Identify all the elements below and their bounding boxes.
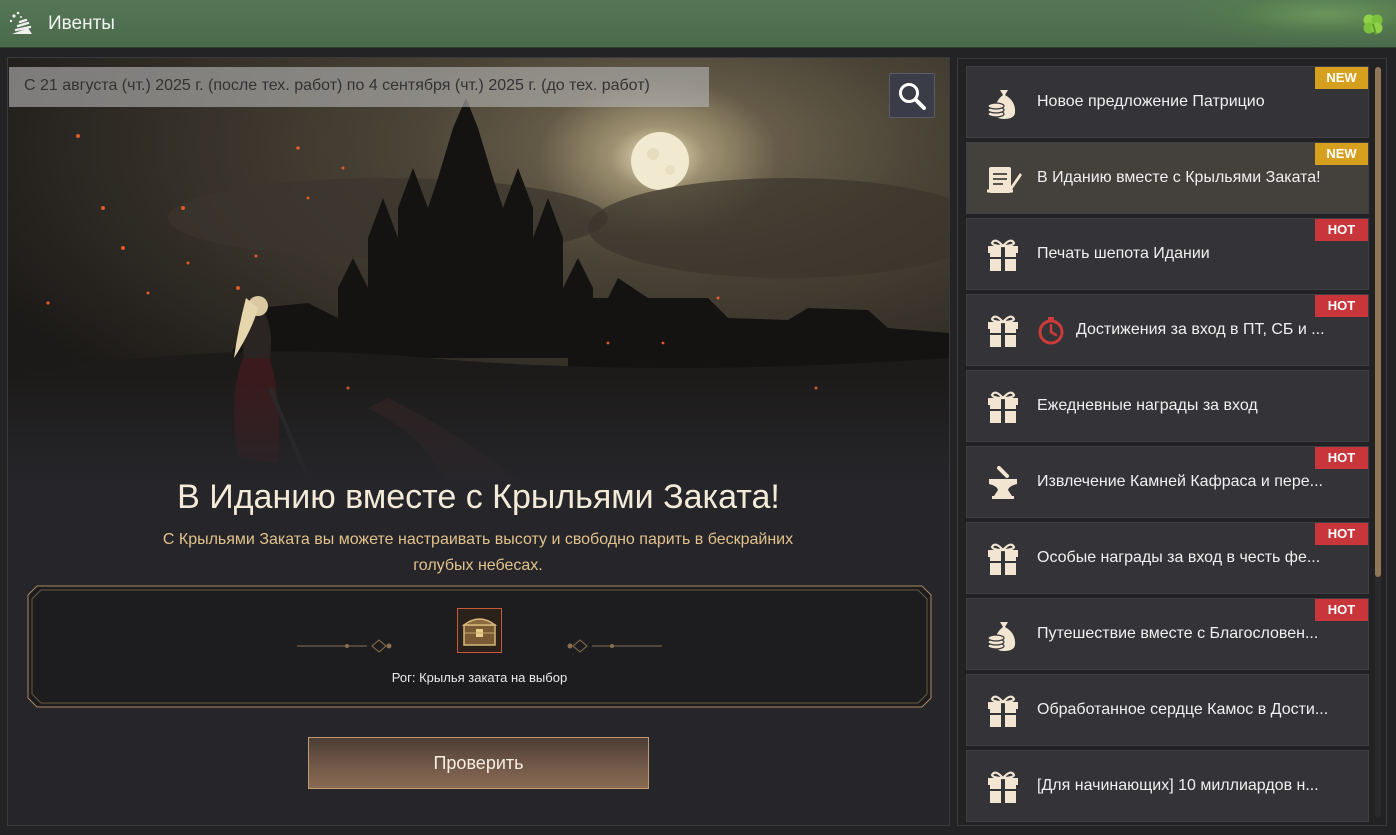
event-banner-image — [8, 58, 949, 488]
treasure-chest-icon — [461, 618, 498, 646]
event-period-bar: С 21 августа (чт.) 2025 г. (после тех. р… — [9, 67, 709, 107]
gift-icon — [983, 691, 1023, 731]
events-list-scrollbar[interactable] — [1375, 67, 1381, 817]
gift-icon — [983, 311, 1023, 351]
event-list-item[interactable]: Извлечение Камней Кафраса и пере... HOT — [966, 446, 1369, 518]
hot-badge: HOT — [1315, 599, 1368, 621]
timer-icon — [1035, 315, 1067, 347]
event-list-item-label: Ежедневные награды за вход — [1037, 397, 1258, 414]
event-list-item-label: Печать шепота Идании — [1037, 245, 1210, 262]
gift-icon — [983, 767, 1023, 807]
event-list-item[interactable]: Печать шепота Идании HOT — [966, 218, 1369, 290]
event-list-item[interactable]: В Иданию вместе с Крыльями Заката! NEW — [966, 142, 1369, 214]
new-badge: NEW — [1315, 143, 1368, 165]
title-bar: Ивенты — [0, 0, 1396, 48]
search-icon — [899, 82, 926, 110]
event-list-item-label: [Для начинающих] 10 миллиардов н... — [1037, 777, 1319, 794]
scroll-quill-icon — [983, 159, 1023, 199]
event-list-item-label: Новое предложение Патрицио — [1037, 93, 1265, 110]
new-badge: NEW — [1315, 67, 1368, 89]
window-title: Ивенты — [48, 13, 115, 34]
event-detail-panel: С 21 августа (чт.) 2025 г. (после тех. р… — [7, 57, 950, 826]
event-period-text: С 21 августа (чт.) 2025 г. (после тех. р… — [24, 77, 650, 94]
reward-label: Рог: Крылья заката на выбор — [391, 670, 568, 685]
gift-icon — [983, 235, 1023, 275]
hot-badge: HOT — [1315, 447, 1368, 469]
reward-item-slot[interactable] — [457, 608, 502, 653]
event-list-item[interactable]: Новое предложение Патрицио NEW — [966, 66, 1369, 138]
check-button[interactable]: Проверить — [308, 737, 649, 789]
clover-icon[interactable] — [1360, 11, 1386, 37]
event-description: С Крыльями Заката вы можете настраивать … — [162, 531, 794, 574]
hot-badge: HOT — [1315, 295, 1368, 317]
banner-fade — [8, 378, 949, 488]
hot-badge: HOT — [1315, 219, 1368, 241]
event-list-item[interactable]: Ежедневные награды за вход — [966, 370, 1369, 442]
event-list-item[interactable]: Обработанное сердце Камос в Дости... — [966, 674, 1369, 746]
event-list-item-label: Достижения за вход в ПТ, СБ и ... — [1076, 321, 1325, 338]
events-window: Ивенты С 21 августа (чт.) 2025 г. (после… — [0, 0, 1396, 835]
event-list-item-label: Извлечение Камней Кафраса и пере... — [1037, 473, 1323, 490]
scrollbar-thumb[interactable] — [1375, 67, 1381, 577]
events-app-icon — [9, 11, 32, 34]
event-list-item[interactable]: [Для начинающих] 10 миллиардов н... — [966, 750, 1369, 822]
event-list-item[interactable]: Особые награды за вход в честь фе... HOT — [966, 522, 1369, 594]
money-bag-icon — [983, 83, 1023, 123]
event-list-item-label: В Иданию вместе с Крыльями Заката! — [1037, 169, 1321, 186]
event-list-item-label: Обработанное сердце Камос в Дости... — [1037, 701, 1329, 718]
event-title: В Иданию вместе с Крыльями Заката! — [177, 478, 780, 516]
gift-icon — [983, 387, 1023, 427]
event-list-item-label: Путешествие вместе с Благословен... — [1037, 625, 1319, 642]
anvil-icon — [983, 463, 1023, 503]
event-list-item-label: Особые награды за вход в честь фе... — [1037, 549, 1321, 566]
events-list-panel: Новое предложение Патрицио NEW В Иданию вм… — [957, 58, 1387, 826]
reward-box: Рог: Крылья заката на выбор — [27, 585, 932, 708]
money-bag-icon — [983, 615, 1023, 655]
hot-badge: HOT — [1315, 523, 1368, 545]
event-list-item[interactable]: Путешествие вместе с Благословен... HOT — [966, 598, 1369, 670]
search-button[interactable] — [889, 73, 935, 118]
event-list-item[interactable]: Достижения за вход в ПТ, СБ и ... HOT — [966, 294, 1369, 366]
gift-icon — [983, 539, 1023, 579]
